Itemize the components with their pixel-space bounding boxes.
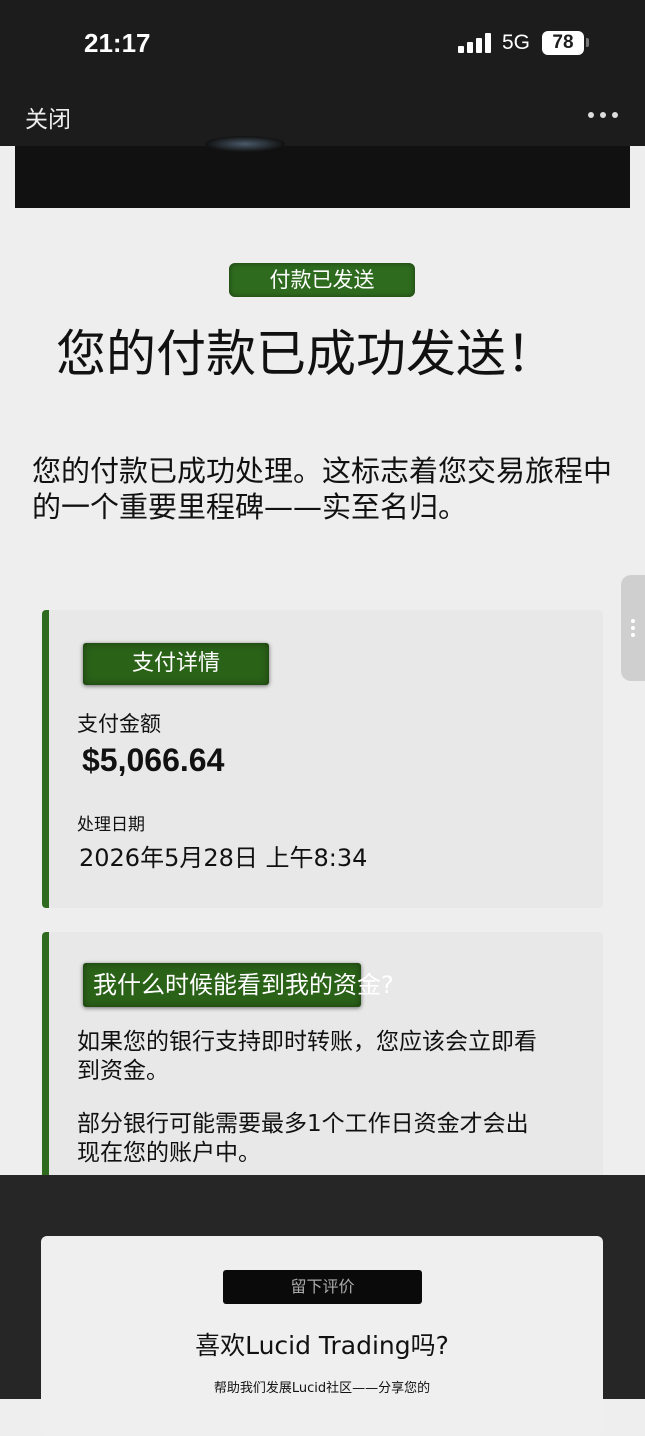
nav-bar: 关闭: [0, 88, 645, 146]
status-pill: 付款已发送: [229, 263, 415, 297]
date-label: 处理日期: [77, 815, 145, 835]
close-button[interactable]: 关闭: [25, 100, 71, 134]
amount-label: 支付金额: [77, 712, 161, 736]
amount-value: $5,066.64: [82, 742, 225, 778]
funds-info-paragraph: 如果您的银行支持即时转账，您应该会立即看到资金。: [77, 1029, 537, 1084]
intro-text: 您的付款已成功处理。这标志着您交易旅程中的一个重要里程碑——实至名归。: [32, 454, 613, 524]
review-subtitle: 帮助我们发展Lucid社区——分享您的: [213, 1381, 431, 1396]
review-title: 喜欢Lucid Trading吗?: [195, 1331, 449, 1360]
leave-review-button[interactable]: 留下评价: [223, 1270, 422, 1304]
hero-glow: [205, 136, 285, 152]
payment-details-badge: 支付详情: [83, 643, 269, 685]
network-label: 5G: [502, 31, 531, 54]
review-card: 留下评价 喜欢Lucid Trading吗? 帮助我们发展Lucid社区——分享…: [41, 1236, 603, 1436]
hero-image: [15, 136, 630, 208]
status-bar: 21:17 5G 78: [0, 0, 645, 88]
funds-info-card: 我什么时候能看到我的资金? 如果您的银行支持即时转账，您应该会立即看到资金。 部…: [42, 932, 603, 1212]
status-time: 21:17: [84, 28, 151, 58]
battery-icon: 78: [542, 31, 584, 55]
signal-icon: [458, 33, 492, 53]
side-handle-icon[interactable]: [621, 575, 645, 681]
payment-details-card: 支付详情 支付金额 $5,066.64 处理日期 2026年5月28日 上午8:…: [42, 610, 603, 908]
funds-info-paragraph: 部分银行可能需要最多1个工作日资金才会出现在您的账户中。: [77, 1111, 529, 1166]
funds-info-badge: 我什么时候能看到我的资金?: [83, 963, 394, 1007]
page-title: 您的付款已成功发送！: [56, 325, 556, 383]
battery-tip: [586, 38, 589, 47]
more-icon[interactable]: [588, 112, 618, 118]
date-value: 2026年5月28日 上午8:34: [79, 844, 368, 872]
